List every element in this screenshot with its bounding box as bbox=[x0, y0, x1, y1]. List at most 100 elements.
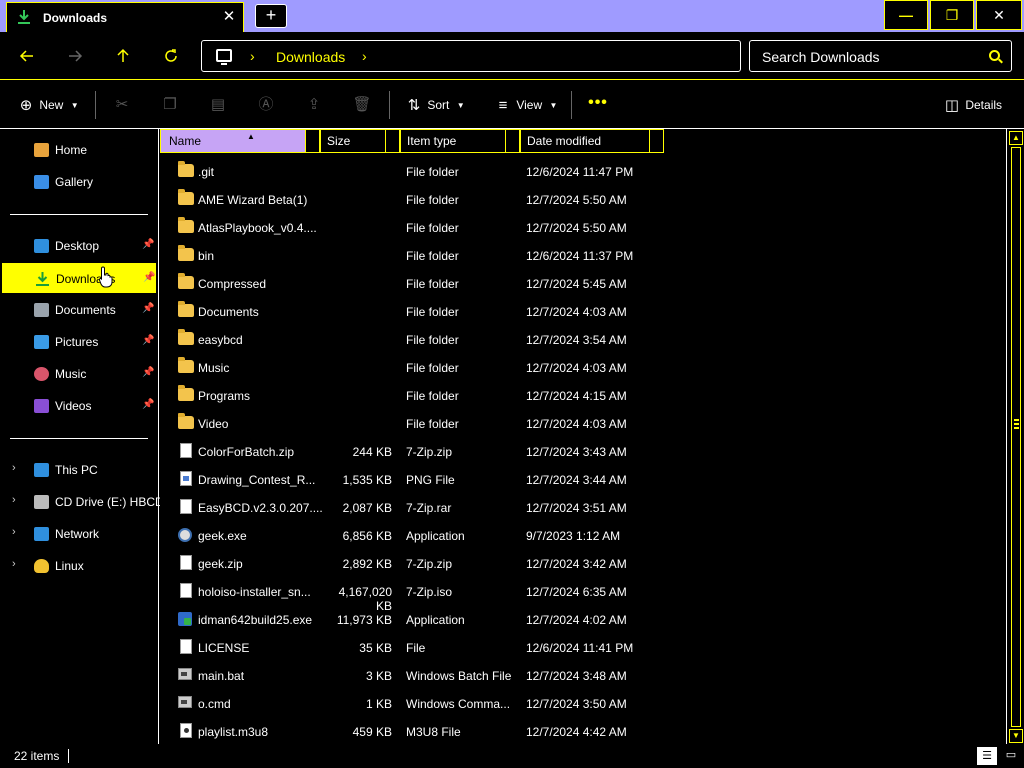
chevron-right-icon[interactable]: › bbox=[12, 494, 16, 506]
scroll-down-button[interactable]: ▼ bbox=[1009, 729, 1023, 743]
pane-divider[interactable] bbox=[158, 129, 159, 744]
file-date: 12/7/2024 4:02 AM bbox=[526, 613, 627, 627]
folder-icon bbox=[178, 301, 194, 317]
scroll-track[interactable] bbox=[1011, 147, 1021, 727]
sidebar-item-linux[interactable]: › Linux bbox=[2, 551, 156, 581]
file-row[interactable]: EasyBCD.v2.3.0.207.... 2,087 KB 7-Zip.rar 1… bbox=[160, 493, 1000, 521]
view-button[interactable]: ≡ View ▼ bbox=[493, 93, 558, 117]
sidebar-item-desktop[interactable]: Desktop 📌 bbox=[2, 231, 156, 261]
pin-icon[interactable]: 📌 bbox=[142, 303, 154, 314]
back-button[interactable] bbox=[12, 42, 42, 70]
folder-icon bbox=[178, 329, 194, 345]
search-input[interactable] bbox=[762, 47, 972, 67]
file-row[interactable]: Video File folder 12/7/2024 4:03 AM bbox=[160, 409, 1000, 437]
sidebar-item-this-pc[interactable]: › This PC bbox=[2, 455, 156, 485]
refresh-button[interactable] bbox=[156, 42, 186, 70]
file-row[interactable]: bin File folder 12/6/2024 11:37 PM bbox=[160, 241, 1000, 269]
sort-button[interactable]: ⇅ Sort ▼ bbox=[404, 93, 465, 117]
folder-icon bbox=[178, 189, 194, 205]
scroll-up-button[interactable]: ▲ bbox=[1009, 131, 1023, 145]
application-icon bbox=[178, 528, 192, 542]
file-row[interactable]: geek.exe 6,856 KB Application 9/7/2023 1:12… bbox=[160, 521, 1000, 549]
minimize-button[interactable]: — bbox=[884, 0, 928, 30]
file-row[interactable]: Drawing_Contest_R... 1,535 KB PNG File 12/7… bbox=[160, 465, 1000, 493]
tab-close-button[interactable]: ✕ bbox=[219, 7, 239, 27]
breadcrumb-downloads[interactable]: Downloads bbox=[276, 49, 345, 65]
file-row[interactable]: geek.zip 2,892 KB 7-Zip.zip 12/7/2024 3:42 … bbox=[160, 549, 1000, 577]
sidebar-item-gallery[interactable]: Gallery bbox=[2, 167, 156, 197]
sidebar-item-documents[interactable]: Documents 📌 bbox=[2, 295, 156, 325]
sidebar-item-home[interactable]: Home bbox=[2, 135, 156, 165]
new-tab-button[interactable]: + bbox=[255, 4, 287, 28]
chevron-right-icon[interactable]: › bbox=[362, 48, 367, 64]
scroll-thumb[interactable] bbox=[1014, 419, 1019, 429]
file-row[interactable]: Programs File folder 12/7/2024 4:15 AM bbox=[160, 381, 1000, 409]
tab-downloads[interactable]: Downloads ✕ bbox=[6, 2, 244, 32]
file-row[interactable]: main.bat 3 KB Windows Batch File 12/7/2024 … bbox=[160, 661, 1000, 689]
address-bar[interactable]: › Downloads › bbox=[201, 40, 741, 72]
file-row[interactable]: Compressed File folder 12/7/2024 5:45 AM bbox=[160, 269, 1000, 297]
tiles-view-button[interactable]: ▭ bbox=[1001, 747, 1021, 765]
pin-icon[interactable]: 📌 bbox=[142, 239, 154, 250]
up-button[interactable] bbox=[108, 42, 138, 70]
refresh-icon bbox=[165, 49, 177, 62]
more-options-button[interactable]: ••• bbox=[586, 93, 610, 117]
sidebar-item-cd-drive[interactable]: › CD Drive (E:) HBCD bbox=[2, 487, 164, 517]
sidebar-item-videos[interactable]: Videos 📌 bbox=[2, 391, 156, 421]
cut-button[interactable]: ✂ bbox=[110, 93, 134, 117]
column-resize-handle[interactable] bbox=[506, 129, 520, 153]
column-header-size[interactable]: Size bbox=[320, 129, 386, 153]
file-row[interactable]: AME Wizard Beta(1) File folder 12/7/2024 5… bbox=[160, 185, 1000, 213]
sidebar-item-downloads[interactable]: Downloads 📌 bbox=[2, 263, 156, 293]
search-box[interactable] bbox=[749, 40, 1012, 72]
file-list: ▲ Name Size Item type Date modified .git… bbox=[160, 129, 1004, 744]
file-row[interactable]: o.cmd 1 KB Windows Comma... 12/7/2024 3:50 … bbox=[160, 689, 1000, 717]
file-row[interactable]: Documents File folder 12/7/2024 4:03 AM bbox=[160, 297, 1000, 325]
file-row[interactable]: easybcd File folder 12/7/2024 3:54 AM bbox=[160, 325, 1000, 353]
file-row[interactable]: LICENSE 35 KB File 12/6/2024 11:41 PM bbox=[160, 633, 1000, 661]
delete-button[interactable]: 🗑 bbox=[350, 93, 374, 117]
column-header-name[interactable]: ▲ Name bbox=[160, 129, 306, 153]
chevron-right-icon[interactable]: › bbox=[12, 462, 16, 474]
file-type: M3U8 File bbox=[406, 725, 461, 739]
pin-icon[interactable]: 📌 bbox=[142, 399, 154, 410]
chevron-right-icon[interactable]: › bbox=[12, 558, 16, 570]
column-resize-handle[interactable] bbox=[650, 129, 664, 153]
toolbar-divider bbox=[389, 91, 390, 119]
file-row[interactable]: AtlasPlaybook_v0.4.... File folder 12/7/20… bbox=[160, 213, 1000, 241]
paste-button[interactable]: ▤ bbox=[206, 93, 230, 117]
computer-icon bbox=[216, 49, 232, 65]
details-pane-button[interactable]: ◫ Details bbox=[942, 93, 1002, 117]
copy-button[interactable]: ❐ bbox=[158, 93, 182, 117]
chevron-right-icon[interactable]: › bbox=[12, 526, 16, 538]
sidebar-item-music[interactable]: Music 📌 bbox=[2, 359, 156, 389]
search-icon[interactable] bbox=[989, 50, 1000, 61]
vertical-scrollbar[interactable]: ▲ ▼ bbox=[1006, 129, 1024, 744]
pin-icon[interactable]: 📌 bbox=[142, 367, 154, 378]
file-row[interactable]: playlist.m3u8 459 KB M3U8 File 12/7/2024 4:… bbox=[160, 717, 1000, 744]
file-row[interactable]: ColorForBatch.zip 244 KB 7-Zip.zip 12/7/202… bbox=[160, 437, 1000, 465]
column-header-date[interactable]: Date modified bbox=[520, 129, 650, 153]
maximize-button[interactable]: ❐ bbox=[930, 0, 974, 30]
rename-button[interactable]: Ⓐ bbox=[254, 93, 278, 117]
sidebar-item-pictures[interactable]: Pictures 📌 bbox=[2, 327, 156, 357]
pin-icon[interactable]: 📌 bbox=[143, 272, 155, 283]
file-row[interactable]: holoiso-installer_sn... 4,167,020 KB 7-Zip… bbox=[160, 577, 1000, 613]
file-row[interactable]: idman642build25.exe 11,973 KB Application 1… bbox=[160, 605, 1000, 633]
pin-icon[interactable]: 📌 bbox=[142, 335, 154, 346]
close-window-button[interactable]: ✕ bbox=[976, 0, 1022, 30]
file-row[interactable]: Music File folder 12/7/2024 4:03 AM bbox=[160, 353, 1000, 381]
sidebar-item-network[interactable]: › Network bbox=[2, 519, 156, 549]
chevron-right-icon[interactable]: › bbox=[250, 48, 255, 64]
column-resize-handle[interactable] bbox=[306, 129, 320, 153]
file-row[interactable]: .git File folder 12/6/2024 11:47 PM bbox=[160, 157, 1000, 185]
column-resize-handle[interactable] bbox=[386, 129, 400, 153]
file-name: .git bbox=[198, 165, 215, 179]
details-view-button[interactable]: ☰ bbox=[977, 747, 997, 765]
new-button[interactable]: ⊕ New ▼ bbox=[16, 93, 79, 117]
sidebar-item-label: Home bbox=[55, 143, 88, 157]
forward-button[interactable] bbox=[60, 42, 90, 70]
share-button[interactable]: ⇪ bbox=[302, 93, 326, 117]
batch-file-icon bbox=[178, 668, 192, 680]
column-header-type[interactable]: Item type bbox=[400, 129, 506, 153]
